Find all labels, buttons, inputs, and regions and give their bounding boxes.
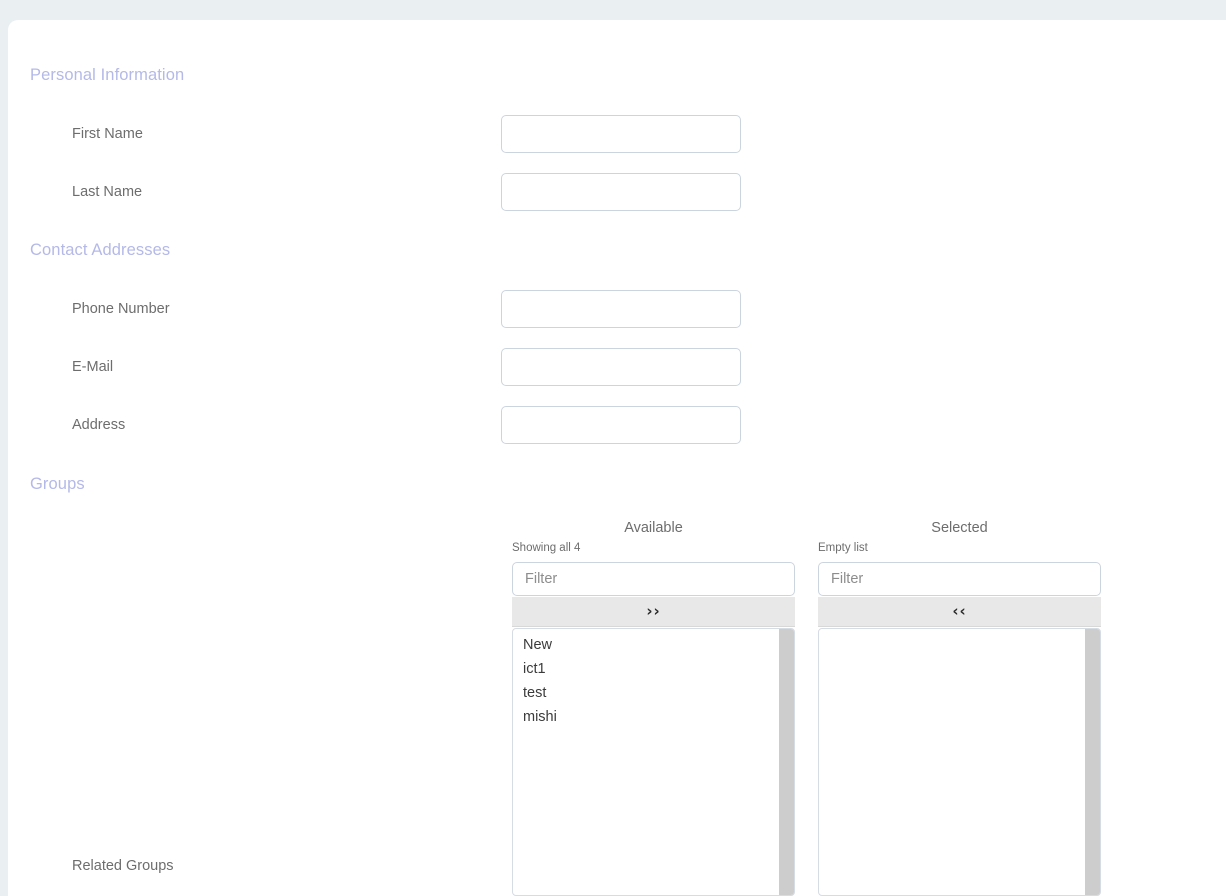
- label-first-name: First Name: [72, 126, 143, 142]
- pane-status-selected: Empty list: [818, 542, 868, 554]
- listbox-available-items[interactable]: New ict1 test mishi: [513, 629, 779, 895]
- pane-title-selected: Selected: [931, 520, 988, 536]
- section-heading-personal-information: Personal Information: [30, 66, 185, 84]
- listbox-selected-items[interactable]: [819, 629, 1085, 895]
- listbox-selected-scrollbar[interactable]: [1085, 629, 1100, 895]
- listbox-available[interactable]: New ict1 test mishi: [512, 628, 795, 896]
- field-row-email: E-Mail: [8, 348, 1226, 386]
- field-row-address: Address: [8, 406, 1226, 444]
- page-root: Personal Information First Name Last Nam…: [0, 0, 1226, 896]
- chevron-double-right-icon: ››: [646, 602, 661, 620]
- label-last-name: Last Name: [72, 184, 143, 200]
- list-option[interactable]: test: [523, 681, 779, 705]
- input-last-name[interactable]: [501, 173, 741, 211]
- pane-title-available: Available: [624, 520, 683, 536]
- filter-input-available[interactable]: [512, 562, 795, 596]
- input-address[interactable]: [501, 406, 741, 444]
- label-email: E-Mail: [72, 359, 114, 375]
- field-row-phone-number: Phone Number: [8, 290, 1226, 328]
- list-option[interactable]: New: [523, 633, 779, 657]
- label-related-groups: Related Groups: [72, 858, 174, 874]
- input-first-name[interactable]: [501, 115, 741, 153]
- listbox-available-scrollbar[interactable]: [779, 629, 794, 895]
- label-phone-number: Phone Number: [72, 301, 170, 317]
- move-to-selected-button[interactable]: ››: [512, 597, 795, 627]
- label-address: Address: [72, 417, 126, 433]
- form-card: Personal Information First Name Last Nam…: [8, 20, 1226, 896]
- dual-list-pane-selected: Selected Empty list ‹‹: [818, 502, 1101, 896]
- chevron-double-left-icon: ‹‹: [952, 602, 967, 620]
- field-row-last-name: Last Name: [8, 173, 1226, 211]
- section-heading-contact-addresses: Contact Addresses: [30, 241, 171, 259]
- list-option[interactable]: ict1: [523, 657, 779, 681]
- input-phone-number[interactable]: [501, 290, 741, 328]
- filter-input-selected[interactable]: [818, 562, 1101, 596]
- pane-status-available: Showing all 4: [512, 542, 581, 554]
- listbox-selected[interactable]: [818, 628, 1101, 896]
- section-heading-groups: Groups: [30, 475, 85, 493]
- field-row-first-name: First Name: [8, 115, 1226, 153]
- dual-list-picker: Available Showing all 4 ›› Newict1testmi…: [512, 502, 1106, 896]
- dual-list-pane-available: Available Showing all 4 ›› Newict1testmi…: [512, 502, 795, 896]
- move-to-available-button[interactable]: ‹‹: [818, 597, 1101, 627]
- list-option[interactable]: mishi: [523, 705, 779, 729]
- input-email[interactable]: [501, 348, 741, 386]
